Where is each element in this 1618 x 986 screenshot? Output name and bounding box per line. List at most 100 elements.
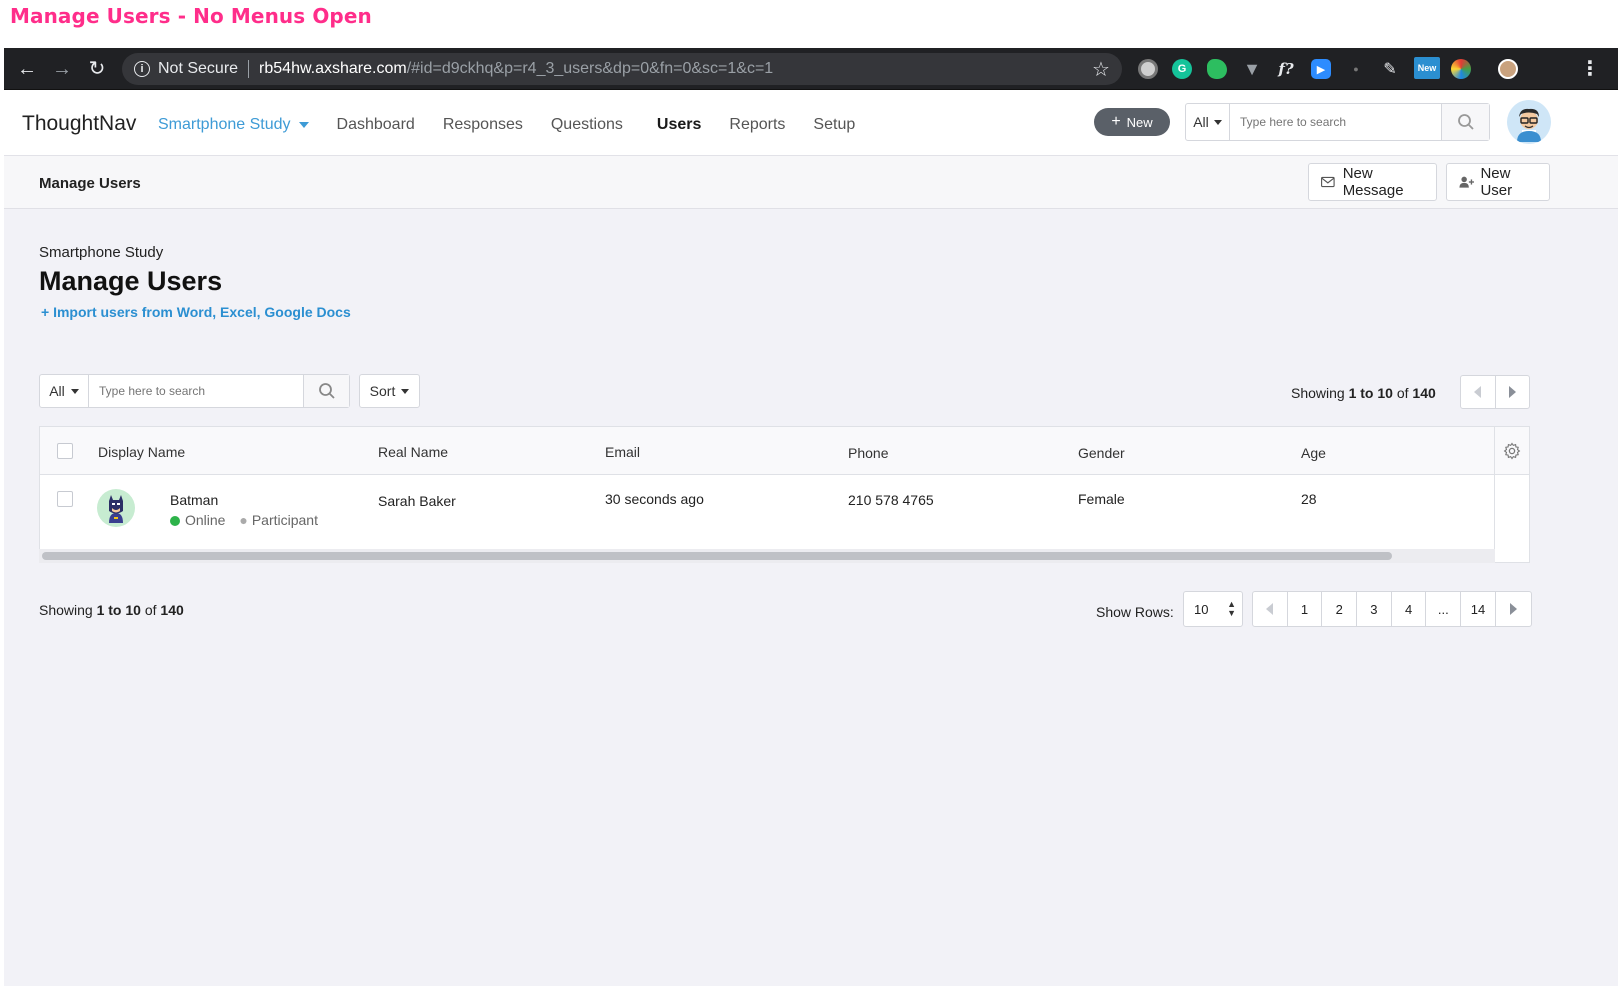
bottom-pager: 1 2 3 4 ... 14 [1252, 591, 1532, 627]
new-user-button[interactable]: New User [1446, 163, 1550, 201]
user-avatar[interactable] [1507, 100, 1551, 144]
global-search: All [1185, 103, 1490, 141]
scrollbar-thumb[interactable] [42, 552, 1392, 560]
col-email[interactable]: Email [605, 444, 640, 460]
brand-logo[interactable]: ThoughtNav [22, 112, 136, 136]
email-value: 30 seconds ago [605, 491, 704, 507]
col-phone[interactable]: Phone [848, 445, 888, 461]
formula-icon[interactable]: f? [1276, 59, 1296, 79]
security-label: Not Secure [158, 60, 239, 77]
prev-page-button[interactable] [1461, 376, 1496, 408]
row-checkbox[interactable] [57, 491, 73, 507]
main-nav: Smartphone Study Dashboard Responses Que… [158, 116, 883, 134]
rows-per-page-value: 10 [1194, 601, 1209, 617]
col-gender[interactable]: Gender [1078, 445, 1125, 461]
vimium-icon[interactable]: ▼ [1242, 59, 1262, 79]
user-search-button[interactable] [303, 375, 349, 407]
nav-questions[interactable]: Questions [551, 116, 623, 134]
column-settings [1494, 426, 1530, 563]
user-status: Online ● Participant [170, 512, 318, 528]
showing-of: of [1396, 385, 1409, 401]
column-settings-button[interactable] [1495, 427, 1529, 475]
showing-prefix: Showing [39, 602, 93, 618]
new-button[interactable]: + New [1094, 108, 1170, 136]
showing-prefix: Showing [1291, 385, 1345, 401]
page-title: Manage Users [39, 266, 223, 296]
status-label: Online [185, 512, 226, 528]
color-picker-icon[interactable] [1451, 59, 1471, 79]
prev-page-button[interactable] [1253, 592, 1288, 626]
page-14-button[interactable]: 14 [1461, 592, 1496, 626]
next-page-button[interactable] [1496, 376, 1530, 408]
forward-icon[interactable]: → [49, 56, 75, 82]
address-bar[interactable]: i Not Secure rb54hw.axshare.com/#id=d9ck… [122, 53, 1122, 85]
person-icon: ● [239, 512, 248, 528]
chrome-menu-icon[interactable]: ⋮ [1580, 56, 1600, 81]
display-name[interactable]: Batman [170, 492, 218, 508]
new-extension-icon[interactable]: New [1414, 57, 1440, 79]
col-real-name[interactable]: Real Name [378, 444, 448, 460]
horizontal-scrollbar[interactable] [39, 549, 1495, 563]
global-search-input[interactable] [1230, 104, 1441, 140]
chevron-down-icon [401, 388, 410, 394]
user-search: All [39, 374, 350, 408]
info-icon[interactable]: i [134, 61, 150, 77]
pen-icon[interactable]: ✎ [1380, 59, 1400, 79]
bookmark-star-icon[interactable]: ☆ [1092, 57, 1110, 82]
new-message-button[interactable]: New Message [1308, 163, 1437, 201]
add-user-icon [1459, 176, 1475, 188]
record-dot-icon[interactable]: ● [1346, 59, 1366, 79]
show-rows-label: Show Rows: [1096, 604, 1174, 620]
page-ellipsis: ... [1426, 592, 1462, 626]
grammarly-icon[interactable]: G [1172, 59, 1192, 79]
user-search-scope-label: All [49, 383, 65, 399]
user-search-scope[interactable]: All [40, 375, 89, 407]
stepper-arrows-icon: ▲ ▼ [1227, 599, 1236, 618]
chevron-down-icon [298, 122, 309, 128]
next-page-button[interactable] [1496, 592, 1531, 626]
nav-reports[interactable]: Reports [729, 116, 785, 134]
showing-range: 1 to 10 [96, 602, 141, 618]
nav-dashboard[interactable]: Dashboard [337, 116, 415, 134]
select-all-checkbox[interactable] [57, 443, 73, 459]
url-path: /#id=d9ckhq&p=r4_3_users&dp=0&fn=0&sc=1&… [406, 60, 774, 77]
age-value: 28 [1301, 491, 1317, 507]
study-label: Smartphone Study [39, 244, 164, 261]
nav-responses[interactable]: Responses [443, 116, 523, 134]
profile-avatar-icon[interactable] [1498, 59, 1518, 79]
chevron-down-icon [1213, 119, 1222, 125]
role-label: Participant [251, 512, 318, 528]
col-age[interactable]: Age [1301, 445, 1326, 461]
showing-count-bottom: Showing 1 to 10 of 140 [39, 602, 184, 618]
global-search-button[interactable] [1441, 104, 1489, 140]
avatar[interactable] [97, 489, 135, 527]
address-separator [248, 60, 250, 78]
evernote-icon[interactable] [1207, 59, 1227, 79]
chevron-left-icon [1266, 603, 1274, 615]
nav-setup[interactable]: Setup [813, 116, 855, 134]
user-search-input[interactable] [89, 375, 303, 407]
extension-circle-icon[interactable] [1138, 59, 1158, 79]
study-switcher[interactable]: Smartphone Study [158, 116, 309, 134]
zoom-icon[interactable]: ▶ [1311, 59, 1331, 79]
reload-icon[interactable]: ↻ [84, 56, 110, 82]
page-3-button[interactable]: 3 [1357, 592, 1392, 626]
new-user-label: New User [1480, 165, 1513, 199]
back-icon[interactable]: ← [14, 56, 40, 82]
page-2-button[interactable]: 2 [1322, 592, 1358, 626]
plus-icon: + [1111, 113, 1121, 130]
phone-value: 210 578 4765 [848, 492, 934, 508]
page-1-button[interactable]: 1 [1288, 592, 1323, 626]
sort-label: Sort [369, 383, 396, 399]
page-4-button[interactable]: 4 [1392, 592, 1427, 626]
chevron-left-icon [1474, 386, 1482, 398]
import-users-link[interactable]: + Import users from Word, Excel, Google … [41, 304, 351, 320]
rows-per-page-select[interactable]: 10 ▲ ▼ [1183, 591, 1243, 627]
real-name: Sarah Baker [378, 493, 456, 509]
users-table: Display Name Real Name Email Phone Gende… [39, 426, 1495, 561]
nav-users[interactable]: Users [657, 116, 701, 134]
col-display-name[interactable]: Display Name [98, 444, 185, 460]
showing-of: of [144, 602, 157, 618]
global-search-scope[interactable]: All [1186, 104, 1230, 140]
sort-dropdown[interactable]: Sort [359, 374, 420, 408]
